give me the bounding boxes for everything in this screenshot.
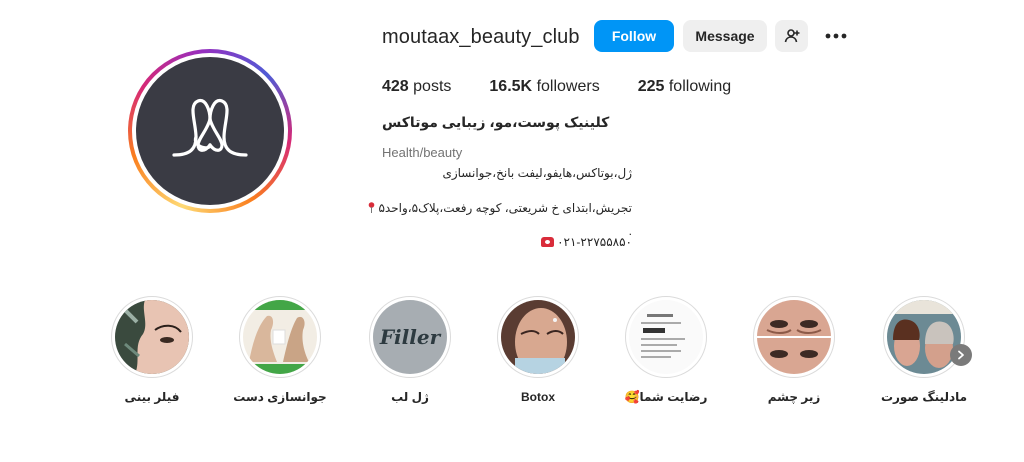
highlight-item[interactable]: Filler ژل لب xyxy=(362,296,458,404)
bio-address: تجریش،ابتدای خ شریعتی، کوچه رفعت،پلاک۵،و… xyxy=(367,201,632,215)
highlight-item[interactable]: رضایت شما🥰 xyxy=(618,296,714,404)
profile-bio: کلینیک پوست،مو، زیبایی موتاکس Health/bea… xyxy=(368,114,632,249)
address-text: تجریش،ابتدای خ شریعتی، کوچه رفعت،پلاک۵،و… xyxy=(378,201,632,215)
highlight-item[interactable]: زیر چشم xyxy=(746,296,842,404)
highlight-label: فیلر بینی xyxy=(124,390,180,404)
highlight-cover-image xyxy=(501,300,575,374)
highlight-cover-ring xyxy=(239,296,321,378)
profile-avatar-ring[interactable] xyxy=(128,49,292,213)
posts-count: 428 xyxy=(382,78,409,95)
highlight-label: ژل لب xyxy=(391,390,429,404)
highlights-next-button[interactable] xyxy=(950,344,972,366)
highlight-cover-image: Filler xyxy=(373,300,447,374)
highlight-cover-ring xyxy=(753,296,835,378)
highlight-cover-ring xyxy=(111,296,193,378)
following-label: following xyxy=(668,78,732,95)
chevron-right-icon xyxy=(958,350,964,360)
profile-username: moutaax_beauty_club xyxy=(382,26,580,48)
avatar-gap xyxy=(132,53,288,209)
phone-number: ۰۲۱-۲۲۷۵۵۸۵۰ xyxy=(557,235,632,249)
highlight-cover-image xyxy=(887,300,961,374)
posts-stat: 428 posts xyxy=(382,78,451,96)
story-highlights: فیلر بینی جوانسازی دست Filler ژل لب Boto… xyxy=(104,296,984,426)
bio-phone: ۰۲۱-۲۲۷۵۵۸۵۰ xyxy=(537,235,632,249)
highlight-cover-ring xyxy=(625,296,707,378)
highlight-cover-image xyxy=(115,300,189,374)
highlight-label: Botox xyxy=(521,390,555,404)
highlight-label: زیر چشم xyxy=(767,390,821,404)
highlight-cover-image xyxy=(629,300,703,374)
highlight-label: رضایت شما🥰 xyxy=(624,390,708,404)
bio-category: Health/beauty xyxy=(382,145,463,160)
highlight-item[interactable]: فیلر بینی xyxy=(104,296,200,404)
avatar[interactable] xyxy=(136,57,284,205)
telephone-icon xyxy=(540,237,554,247)
bio-services: ژل،بوتاکس،هایفو،لیفت بانخ،جوانسازی xyxy=(442,166,632,180)
suggest-accounts-button[interactable] xyxy=(775,20,808,52)
message-button[interactable]: Message xyxy=(683,20,767,52)
highlight-item[interactable]: Botox xyxy=(490,296,586,404)
highlight-label: جوانسازی دست xyxy=(233,390,327,404)
posts-label: posts xyxy=(413,78,452,95)
add-user-icon xyxy=(784,29,799,43)
highlight-cover-image xyxy=(243,300,317,374)
highlight-cover-image xyxy=(757,300,831,374)
filler-cover-text: Filler xyxy=(379,325,441,349)
follow-button[interactable]: Follow xyxy=(594,20,674,52)
round-pushpin-icon xyxy=(368,202,375,213)
followers-count: 16.5K xyxy=(489,78,533,95)
highlight-cover-ring: Filler xyxy=(369,296,451,378)
following-stat[interactable]: 225 following xyxy=(638,78,731,96)
profile-stats: 428 posts 16.5K followers 225 following xyxy=(382,78,769,96)
brand-logo-icon xyxy=(172,99,248,157)
followers-stat[interactable]: 16.5K followers xyxy=(489,78,599,96)
highlight-cover-ring xyxy=(883,296,965,378)
following-count: 225 xyxy=(637,78,665,95)
highlight-item[interactable]: جوانسازی دست xyxy=(232,296,328,404)
highlight-label: مادلینگ صورت xyxy=(880,390,968,404)
highlight-cover-ring xyxy=(497,296,579,378)
more-options-button[interactable] xyxy=(820,20,852,52)
more-horizontal-icon xyxy=(825,33,847,39)
bio-full-name: کلینیک پوست،مو، زیبایی موتاکس xyxy=(382,114,610,130)
followers-label: followers xyxy=(536,78,600,95)
